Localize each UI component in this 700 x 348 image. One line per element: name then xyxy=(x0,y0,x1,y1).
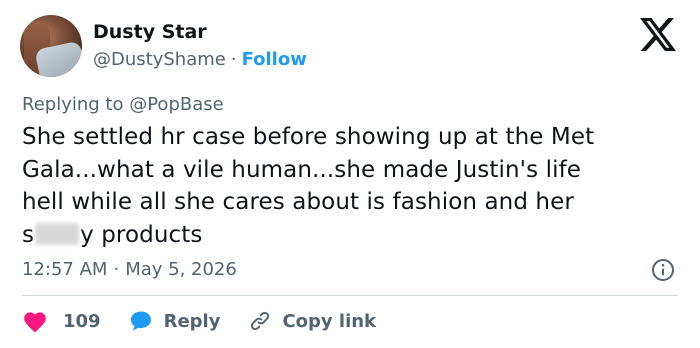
tweet-last-line-start: s xyxy=(22,221,35,248)
tweet-date: May 5, 2026 xyxy=(125,259,237,280)
divider xyxy=(22,295,678,296)
heart-icon xyxy=(24,312,46,333)
tweet-card: Dusty Star @DustyShame · Follow Replying t… xyxy=(0,0,700,348)
copy-link-button[interactable]: Copy link xyxy=(248,309,376,333)
tweet-line: She settled hr case before showing up at… xyxy=(22,124,595,150)
tweet-line: hell while all she cares about is fashio… xyxy=(22,189,574,215)
reply-label: Reply xyxy=(163,310,221,332)
author-display-name[interactable]: Dusty Star xyxy=(93,19,207,45)
tweet-time: 12:57 AM xyxy=(22,259,108,280)
tweet-text: She settled hr case before showing up at… xyxy=(22,121,682,251)
author-handle[interactable]: @DustyShame xyxy=(93,49,226,70)
author-handle-row: @DustyShame · Follow xyxy=(93,47,307,73)
info-icon[interactable] xyxy=(651,258,675,282)
reply-mention-link[interactable]: @PopBase xyxy=(129,94,223,115)
reply-context-prefix: Replying to xyxy=(22,94,124,115)
speech-bubble-icon xyxy=(130,311,151,331)
tweet-last-line-end: y products xyxy=(80,221,203,248)
tweet-timestamp[interactable]: 12:57 AM · May 5, 2026 xyxy=(22,257,237,283)
action-bar: 109 Reply Copy link xyxy=(22,306,376,336)
copy-link-label: Copy link xyxy=(282,310,377,332)
timestamp-separator: · xyxy=(113,259,120,280)
tweet-line-last: s y products xyxy=(22,219,682,252)
follow-button[interactable]: Follow xyxy=(242,49,307,70)
like-button[interactable]: 109 xyxy=(22,309,101,333)
link-icon xyxy=(251,311,270,331)
censored-word-blur xyxy=(35,222,80,245)
x-logo-icon[interactable] xyxy=(640,18,676,51)
reply-context: Replying to @PopBase xyxy=(22,92,224,118)
reply-button[interactable]: Reply xyxy=(129,309,221,333)
handle-separator: · xyxy=(230,49,237,70)
tweet-line: Gala...what a vile human...she made Just… xyxy=(22,156,582,183)
like-count: 109 xyxy=(63,310,101,332)
avatar[interactable] xyxy=(20,15,82,77)
